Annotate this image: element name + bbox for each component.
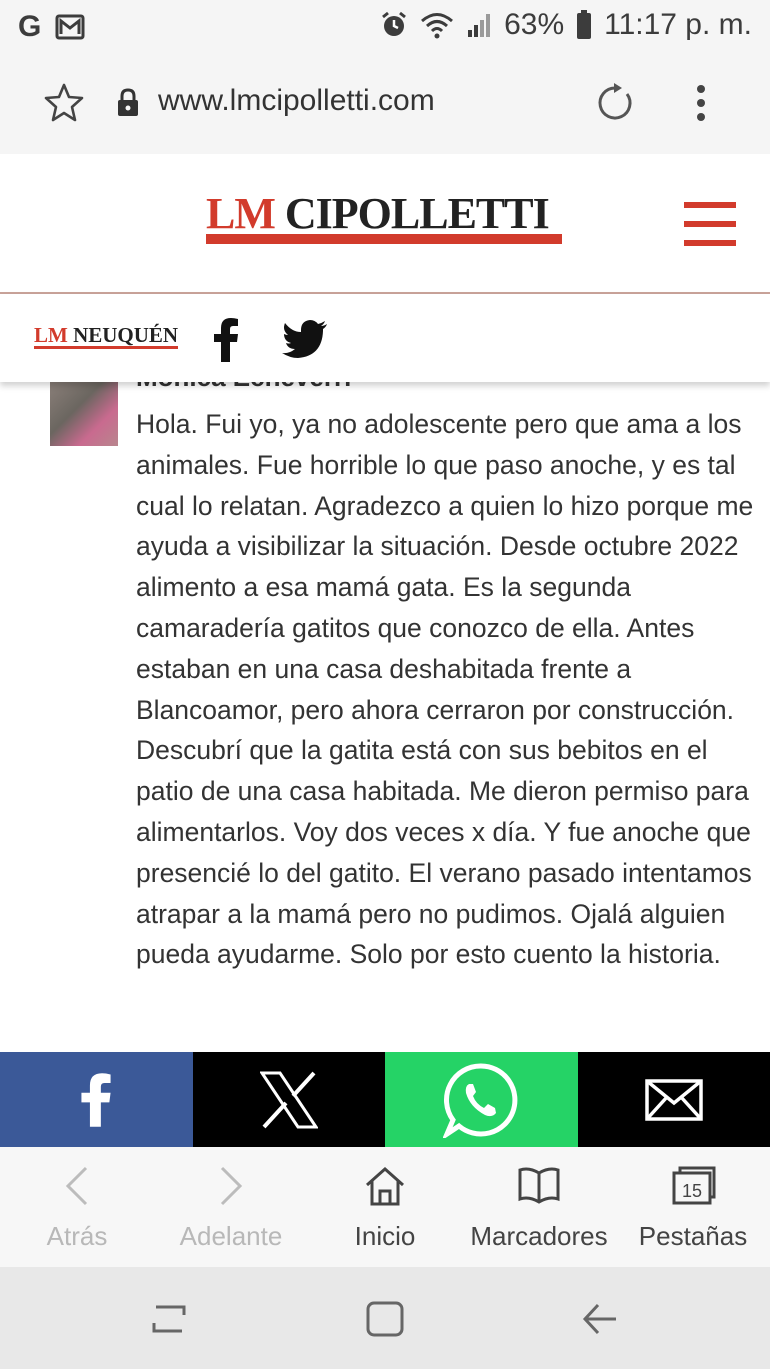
logo-lm: LM (206, 189, 276, 238)
star-icon[interactable] (44, 82, 84, 122)
signal-icon (468, 14, 491, 37)
site-header: LM CIPOLLETTI (0, 154, 770, 294)
url-field[interactable]: www.lmcipolletti.com (158, 84, 435, 118)
mail-icon (645, 1078, 703, 1121)
alarm-icon (382, 11, 407, 36)
wifi-icon (421, 13, 454, 39)
share-whatsapp-button[interactable] (385, 1052, 578, 1147)
whatsapp-icon (443, 1062, 518, 1138)
home-nav-icon[interactable] (366, 1301, 404, 1337)
forward-button[interactable]: Adelante (154, 1147, 308, 1267)
address-bar: www.lmcipolletti.com (0, 54, 770, 155)
tabs-icon: 15 (672, 1166, 716, 1205)
comment-text: Hola. Fui yo, ya no adolescente pero que… (136, 409, 754, 970)
status-bar: G 63% 11:17 p. m. (0, 0, 770, 54)
google-icon: G (18, 10, 42, 43)
recent-apps-icon[interactable] (150, 1301, 188, 1337)
share-bar (0, 1052, 770, 1147)
avatar (50, 382, 118, 446)
lock-icon (118, 88, 138, 116)
twitter-icon[interactable] (282, 320, 328, 358)
home-icon (366, 1166, 404, 1206)
share-mail-button[interactable] (577, 1052, 770, 1147)
back-nav-icon[interactable] (582, 1301, 618, 1337)
share-facebook-button[interactable] (0, 1052, 193, 1147)
battery-percent: 63% (504, 8, 565, 41)
clock: 11:17 p. m. (604, 8, 752, 41)
tabs-button[interactable]: 15 Pestañas (616, 1147, 770, 1267)
menu-icon[interactable] (684, 202, 736, 246)
facebook-icon (81, 1072, 111, 1127)
x-icon (259, 1071, 318, 1128)
battery-icon (577, 10, 592, 39)
share-x-button[interactable] (192, 1052, 385, 1147)
site-logo[interactable]: LM CIPOLLETTI (206, 192, 562, 244)
reload-icon[interactable] (594, 82, 636, 124)
chevron-right-icon (220, 1166, 243, 1206)
home-button[interactable]: Inicio (308, 1147, 462, 1267)
neuquen-logo[interactable]: LM NEUQUÉN (34, 324, 179, 349)
book-icon (518, 1167, 560, 1204)
sub-header: LM NEUQUÉN (0, 294, 770, 382)
chevron-left-icon (65, 1166, 88, 1206)
tab-count: 15 (682, 1181, 702, 1201)
back-button[interactable]: Atrás (0, 1147, 154, 1267)
browser-toolbar: Atrás Adelante Inicio Marcadores 15 Pest… (0, 1147, 770, 1267)
comment: Monica Echeverri Hola. Fui yo, ya no ado… (0, 360, 770, 1052)
system-nav-bar (0, 1267, 770, 1369)
logo-name: CIPOLLETTI (284, 189, 550, 238)
more-options-icon[interactable] (695, 84, 707, 124)
gallery-icon (55, 14, 85, 40)
facebook-icon[interactable] (212, 318, 240, 362)
bookmarks-button[interactable]: Marcadores (462, 1147, 616, 1267)
logo-underline (206, 234, 562, 244)
